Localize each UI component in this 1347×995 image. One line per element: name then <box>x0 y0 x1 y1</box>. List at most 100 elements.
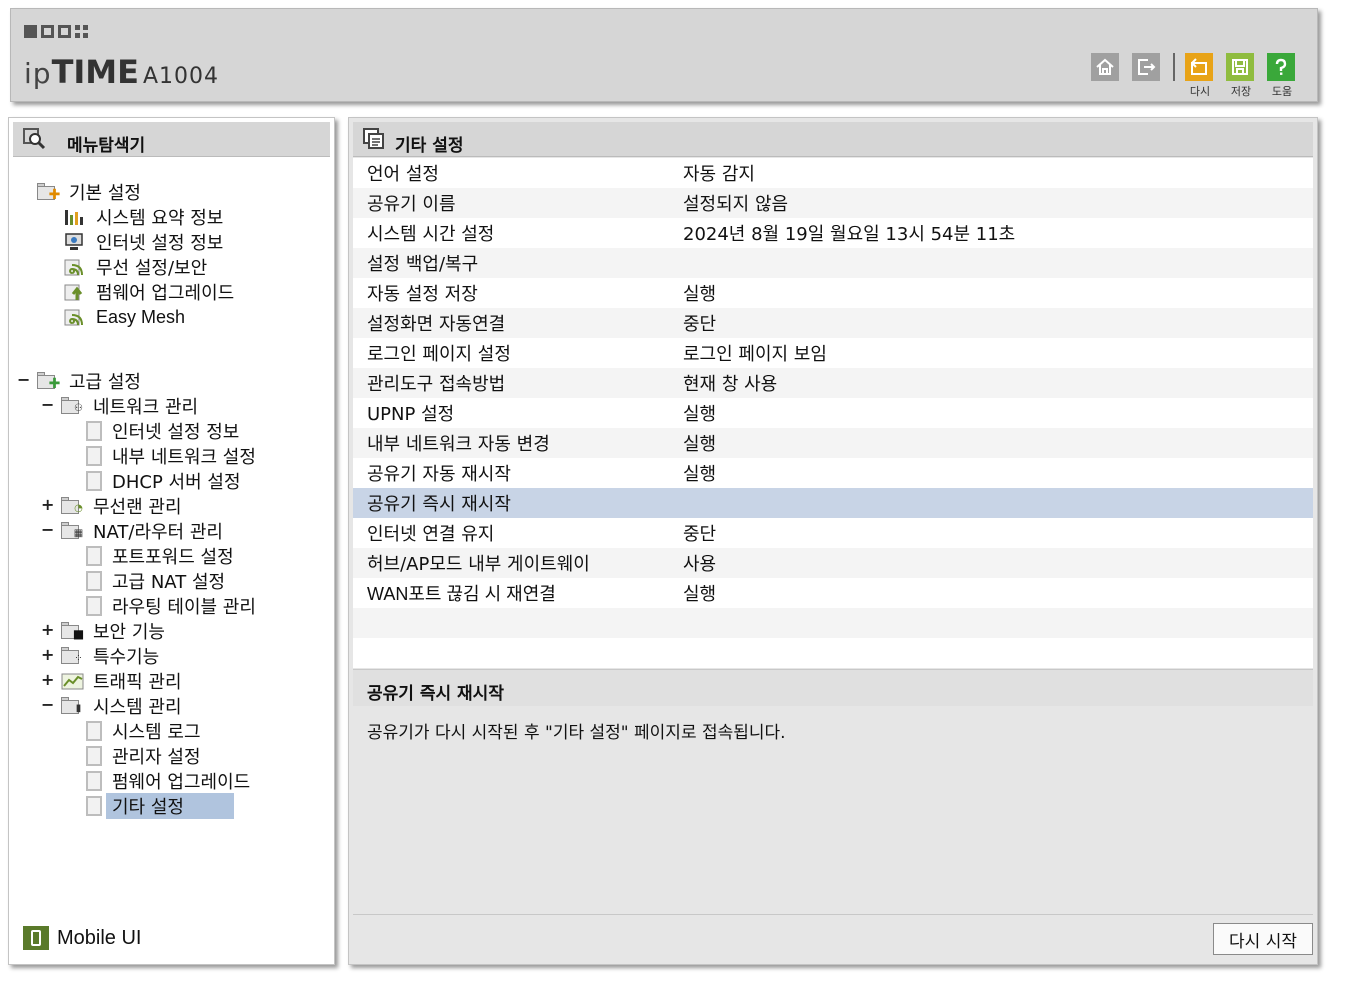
content-panel: 기타 설정 언어 설정 자동 감지 공유기 이름 설정되지 않음 시스템 시간 설정… <box>348 117 1318 965</box>
model-name: A1004 <box>143 64 220 89</box>
settings-row[interactable]: 로그인 페이지 설정 로그인 페이지 보임 <box>353 338 1313 368</box>
section-title: 공유기 즉시 재시작 <box>367 684 504 704</box>
mobile-icon <box>23 926 49 950</box>
toggle-advanced-settings[interactable]: − <box>17 370 30 389</box>
save-icon <box>1226 53 1254 81</box>
settings-row[interactable]: 설정 백업/복구 <box>353 248 1313 278</box>
mesh-icon <box>64 307 90 327</box>
lock-icon: ■ <box>61 621 87 641</box>
logout-icon <box>1132 53 1160 81</box>
network-icon: ⚇ <box>61 396 87 416</box>
pages-icon <box>363 128 387 154</box>
tree-misc-settings[interactable]: 기타 설정 <box>86 793 234 819</box>
settings-row[interactable]: 설정화면 자동연결 중단 <box>353 308 1313 338</box>
restart-button[interactable]: 다시 시작 <box>1213 923 1313 955</box>
home-icon <box>1091 53 1119 81</box>
wireless-icon <box>64 257 90 277</box>
wireless-folder-icon: ◔ <box>61 496 87 516</box>
chart-bar-icon <box>64 207 90 227</box>
brand-logo: ipTIME A1004 <box>24 53 220 91</box>
tree-easy-mesh[interactable]: Easy Mesh <box>64 306 185 328</box>
page-icon <box>86 446 102 466</box>
toggle-traffic[interactable]: + <box>41 670 54 689</box>
section-header: 공유기 즉시 재시작 <box>353 669 1313 706</box>
retry-icon <box>1185 53 1213 81</box>
settings-row[interactable]: 관리도구 접속방법 현재 창 사용 <box>353 368 1313 398</box>
tree-wireless-management[interactable]: ◔ 무선랜 관리 <box>61 495 182 518</box>
tree-wireless-security[interactable]: 무선 설정/보안 <box>64 256 207 279</box>
page-icon <box>86 571 102 591</box>
tree-traffic[interactable]: 트래픽 관리 <box>61 670 182 693</box>
settings-row[interactable]: 공유기 이름 설정되지 않음 <box>353 188 1313 218</box>
tree-network-internet-info[interactable]: 인터넷 설정 정보 <box>86 420 239 443</box>
settings-row[interactable]: 자동 설정 저장 실행 <box>353 278 1313 308</box>
tree-admin-settings[interactable]: 관리자 설정 <box>86 745 201 768</box>
retry-button[interactable]: 다시 <box>1185 53 1215 99</box>
tree-advanced-settings[interactable]: ✚ 고급 설정 <box>37 370 141 393</box>
menu-explorer-panel: 메뉴탐색기 ✚ 기본 설정 시스템 요약 정보 인터넷 설정 정보 무선 설정/… <box>8 117 335 965</box>
logout-button[interactable] <box>1132 53 1162 81</box>
tree-network-management[interactable]: ⚇ 네트워크 관리 <box>61 395 198 418</box>
header-divider <box>1173 53 1175 81</box>
header-bar: ipTIME A1004 다시 저장 도움 <box>10 8 1318 102</box>
page-icon <box>86 796 102 816</box>
special-icon: ⁘ <box>61 646 87 666</box>
page-title: 기타 설정 <box>395 136 464 156</box>
toggle-security[interactable]: + <box>41 620 54 639</box>
settings-row[interactable]: 시스템 시간 설정 2024년 8월 19일 월요일 13시 54분 11초 <box>353 218 1313 248</box>
settings-row[interactable]: 언어 설정 자동 감지 <box>353 158 1313 188</box>
tree-advanced-nat[interactable]: 고급 NAT 설정 <box>86 570 225 593</box>
action-bar: 다시 시작 <box>353 914 1313 961</box>
page-icon <box>86 746 102 766</box>
monitor-icon <box>64 232 90 252</box>
selected-menu-item: 기타 설정 <box>106 793 234 819</box>
settings-row[interactable]: 공유기 자동 재시작 실행 <box>353 458 1313 488</box>
toggle-network[interactable]: − <box>41 395 54 414</box>
settings-row[interactable]: 인터넷 연결 유지 중단 <box>353 518 1313 548</box>
tree-system-summary[interactable]: 시스템 요약 정보 <box>64 206 223 229</box>
tree-basic-settings[interactable]: ✚ 기본 설정 <box>37 181 141 204</box>
mobile-ui-link[interactable]: Mobile UI <box>23 926 141 950</box>
toggle-nat[interactable]: − <box>41 520 54 539</box>
help-button[interactable]: 도움 <box>1267 53 1297 99</box>
tree-nat-router[interactable]: ▦ NAT/라우터 관리 <box>61 520 223 543</box>
settings-row-empty <box>353 608 1313 638</box>
section-description: 공유기가 다시 시작된 후 "기타 설정" 페이지로 접속됩니다. <box>367 723 786 743</box>
page-icon <box>86 421 102 441</box>
settings-row[interactable]: 내부 네트워크 자동 변경 실행 <box>353 428 1313 458</box>
tree-special-features[interactable]: ⁘ 특수기능 <box>61 645 159 668</box>
tree-routing-table[interactable]: 라우팅 테이블 관리 <box>86 595 256 618</box>
settings-list: 언어 설정 자동 감지 공유기 이름 설정되지 않음 시스템 시간 설정 2024년 … <box>353 158 1313 668</box>
tree-network-lan-settings[interactable]: 내부 네트워크 설정 <box>86 445 256 468</box>
brand-squares-icon <box>24 25 88 38</box>
tree-internet-info[interactable]: 인터넷 설정 정보 <box>64 231 223 254</box>
content-header: 기타 설정 <box>353 122 1313 157</box>
tree-system-log[interactable]: 시스템 로그 <box>86 720 201 743</box>
tree-port-forward[interactable]: 포트포워드 설정 <box>86 545 234 568</box>
page-icon <box>86 721 102 741</box>
settings-row[interactable]: UPNP 설정 실행 <box>353 398 1313 428</box>
page-icon <box>86 546 102 566</box>
tree-network-dhcp[interactable]: DHCP 서버 설정 <box>86 470 241 493</box>
menu-explorer-header: 메뉴탐색기 <box>13 122 330 157</box>
settings-row-empty <box>353 638 1313 668</box>
traffic-chart-icon <box>61 671 87 691</box>
toggle-system[interactable]: − <box>41 695 54 714</box>
tree-system-firmware[interactable]: 펌웨어 업그레이드 <box>86 770 250 793</box>
folder-plus-icon: ✚ <box>37 371 63 391</box>
tree-firmware-upgrade[interactable]: 펌웨어 업그레이드 <box>64 281 234 304</box>
save-button[interactable]: 저장 <box>1226 53 1256 99</box>
help-icon <box>1267 53 1295 81</box>
toggle-special[interactable]: + <box>41 645 54 664</box>
page-icon <box>86 596 102 616</box>
tree-security[interactable]: ■ 보안 기능 <box>61 620 165 643</box>
search-icon <box>23 128 49 154</box>
system-chart-icon: ▮ <box>61 696 87 716</box>
home-button[interactable] <box>1091 53 1121 81</box>
toggle-wireless[interactable]: + <box>41 495 54 514</box>
tree-system-management[interactable]: ▮ 시스템 관리 <box>61 695 182 718</box>
settings-row[interactable]: WAN포트 끊김 시 재연결 실행 <box>353 578 1313 608</box>
upgrade-icon <box>64 282 90 302</box>
settings-row-selected[interactable]: 공유기 즉시 재시작 <box>353 488 1313 518</box>
settings-row[interactable]: 허브/AP모드 내부 게이트웨이 사용 <box>353 548 1313 578</box>
